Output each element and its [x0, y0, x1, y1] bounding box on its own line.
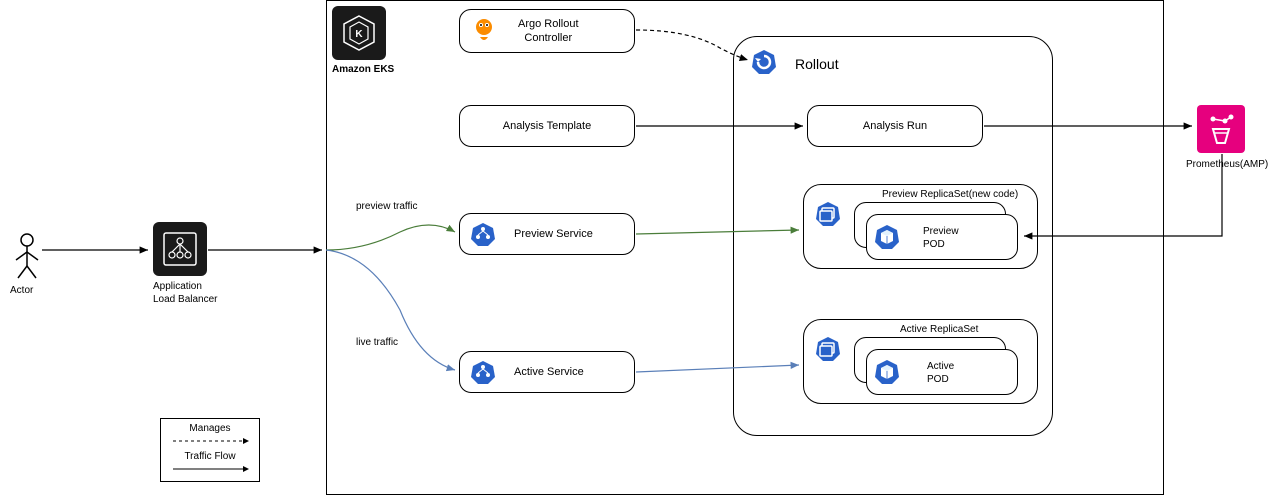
pod-icon-2: [873, 358, 901, 386]
active-rs-title: Active ReplicaSet: [900, 323, 978, 336]
preview-service-label: Preview Service: [514, 228, 593, 240]
analysis-template-box: Analysis Template: [459, 105, 635, 147]
eks-icon: K: [332, 6, 386, 60]
actor-label: Actor: [10, 284, 33, 297]
k8s-service-icon-2: [470, 359, 496, 385]
rollout-label: Rollout: [795, 55, 839, 73]
preview-pod-label-1: Preview: [923, 225, 959, 238]
argo-title: Argo Rollout: [518, 17, 579, 31]
rs-icon: [814, 200, 842, 228]
pod-icon: [873, 223, 901, 251]
live-traffic-label: live traffic: [356, 336, 398, 349]
prometheus-icon: [1197, 105, 1245, 153]
active-service-box: Active Service: [459, 351, 635, 393]
active-pod-label-1: Active: [927, 360, 954, 373]
analysis-run-label: Analysis Run: [863, 120, 927, 132]
analysis-template-label: Analysis Template: [503, 120, 591, 132]
argo-controller-box: Argo Rollout Controller: [459, 9, 635, 53]
alb-title: Application: [153, 280, 218, 293]
active-pod-label-2: POD: [927, 373, 954, 386]
actor-figure: [12, 232, 42, 280]
alb-subtitle: Load Balancer: [153, 293, 218, 306]
prometheus-label: Prometheus(AMP): [1186, 158, 1268, 171]
analysis-run-box: Analysis Run: [807, 105, 983, 147]
preview-traffic-label: preview traffic: [356, 200, 418, 213]
preview-service-box: Preview Service: [459, 213, 635, 255]
legend-traffic: Traffic Flow: [169, 451, 251, 462]
active-service-label: Active Service: [514, 366, 584, 378]
argo-subtitle: Controller: [518, 31, 579, 45]
eks-label: Amazon EKS: [332, 63, 394, 76]
rs-icon-2: [814, 335, 842, 363]
preview-pod-label-2: POD: [923, 238, 959, 251]
svg-text:K: K: [355, 29, 363, 40]
alb-icon: [153, 222, 207, 276]
preview-rs-title: Preview ReplicaSet(new code): [882, 188, 1018, 201]
active-pod-front: Active POD: [866, 349, 1018, 395]
alb-label: Application Load Balancer: [153, 280, 218, 306]
legend-manages: Manages: [169, 423, 251, 434]
k8s-service-icon: [470, 221, 496, 247]
argo-icon: [470, 17, 498, 45]
rollout-icon: [750, 48, 778, 76]
legend-box: Manages Traffic Flow: [160, 418, 260, 482]
preview-pod-front: Preview POD: [866, 214, 1018, 260]
